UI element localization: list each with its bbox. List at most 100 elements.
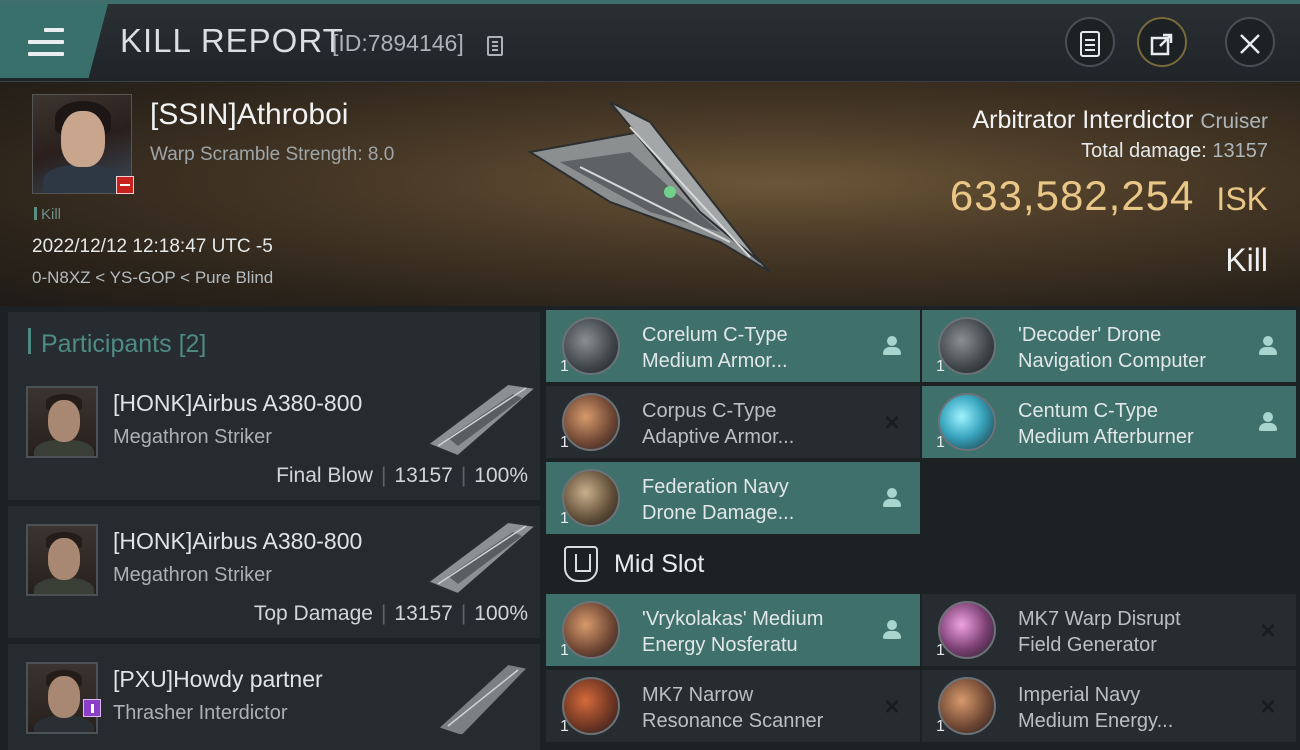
participants-panel[interactable]: Participants [2] [HONK]Airbus A380-800 M… xyxy=(0,306,542,750)
module-quantity: 1 xyxy=(936,642,945,659)
isk-unit: ISK xyxy=(1216,181,1268,217)
destroyed-x-icon: × xyxy=(1260,691,1276,721)
module-name: MK7 Warp Disrupt Field Generator xyxy=(1018,608,1181,656)
destroyed-x-icon: × xyxy=(1260,615,1276,645)
module-quantity: 1 xyxy=(936,358,945,375)
participant-stat-label: Top Damage xyxy=(253,602,373,625)
menu-button[interactable] xyxy=(0,4,108,78)
module-quantity: 1 xyxy=(936,434,945,451)
adaptive-armor-icon xyxy=(562,393,620,451)
module-name: Imperial Navy Medium Energy... xyxy=(1018,684,1174,732)
participant-ship-image xyxy=(425,382,538,458)
module-quantity: 1 xyxy=(560,510,569,527)
participant-avatar[interactable] xyxy=(26,524,98,596)
participants-count: [2] xyxy=(178,330,207,358)
participant-avatar[interactable] xyxy=(26,386,98,458)
scanner-icon xyxy=(562,677,620,735)
module-item[interactable]: 1 Federation Navy Drone Damage... xyxy=(546,462,920,534)
kill-tag: Kill xyxy=(34,206,61,223)
module-item[interactable]: 1 MK7 Narrow Resonance Scanner × xyxy=(546,670,920,742)
victim-name[interactable]: [SSIN]Athroboi xyxy=(150,98,348,132)
participant-avatar[interactable] xyxy=(26,662,98,734)
isk-value-row: 633,582,254 ISK xyxy=(950,172,1268,220)
report-id: [ID:7894146] xyxy=(332,30,464,56)
clipboard-button[interactable] xyxy=(1065,17,1115,67)
module-quantity: 1 xyxy=(560,434,569,451)
module-item[interactable]: 1 Imperial Navy Medium Energy... × xyxy=(922,670,1296,742)
close-icon xyxy=(1240,34,1260,55)
destroyed-x-icon: × xyxy=(884,407,900,437)
module-item[interactable]: 1 MK7 Warp Disrupt Field Generator × xyxy=(922,594,1296,666)
module-name: Corelum C-Type Medium Armor... xyxy=(642,324,788,372)
copy-id-icon[interactable] xyxy=(487,36,503,56)
total-damage-value: 13157 xyxy=(1212,140,1268,162)
participant-name[interactable]: [PXU]Howdy partner xyxy=(113,666,323,693)
total-damage-label: Total damage: xyxy=(1081,140,1207,162)
participant-damage: 13157 xyxy=(394,602,453,625)
clipboard-icon xyxy=(1080,31,1100,58)
module-item[interactable]: 1 Corelum C-Type Medium Armor... xyxy=(546,310,920,382)
module-name: 'Decoder' Drone Navigation Computer xyxy=(1018,324,1206,372)
kill-datetime: 2022/12/12 12:18:47 UTC -5 xyxy=(32,236,273,257)
drone-damage-icon xyxy=(562,469,620,527)
participant-damage-percent: 100% xyxy=(474,464,528,487)
participants-header: Participants [2] xyxy=(8,312,540,368)
participant-ship: Megathron Striker xyxy=(113,564,272,586)
participant-stats: Final Blow | 13157 | 100% xyxy=(276,464,528,487)
module-name: Centum C-Type Medium Afterburner xyxy=(1018,400,1194,448)
page-title: KILL REPORT xyxy=(120,22,344,59)
share-button[interactable] xyxy=(1137,17,1187,67)
result-label: Kill xyxy=(1225,242,1268,278)
mid-slot-header: Mid Slot xyxy=(546,536,920,594)
warp-disruptor-icon xyxy=(938,601,996,659)
share-icon xyxy=(1150,33,1173,56)
victim-ship-type[interactable]: Arbitrator Interdictor Cruiser xyxy=(972,106,1268,135)
dropped-person-icon xyxy=(1256,334,1280,358)
module-item[interactable]: 1 'Vrykolakas' Medium Energy Nosferatu xyxy=(546,594,920,666)
module-name: 'Vrykolakas' Medium Energy Nosferatu xyxy=(642,608,824,656)
corp-status-badge xyxy=(83,699,101,717)
participant-card[interactable]: [HONK]Airbus A380-800 Megathron Striker … xyxy=(8,368,540,500)
participant-card[interactable]: [HONK]Airbus A380-800 Megathron Striker … xyxy=(8,506,540,638)
module-item[interactable]: 1 'Decoder' Drone Navigation Computer xyxy=(922,310,1296,382)
mid-slot-icon xyxy=(564,546,598,582)
close-button[interactable] xyxy=(1225,17,1275,67)
module-name: MK7 Narrow Resonance Scanner xyxy=(642,684,824,732)
module-name: Federation Navy Drone Damage... xyxy=(642,476,795,524)
participant-ship-image xyxy=(436,662,530,734)
module-quantity: 1 xyxy=(560,642,569,659)
participant-damage-percent: 100% xyxy=(474,602,528,625)
participant-ship: Megathron Striker xyxy=(113,426,272,448)
total-damage: Total damage: 13157 xyxy=(1081,140,1268,163)
participant-ship: Thrasher Interdictor xyxy=(113,702,288,724)
dropped-person-icon xyxy=(880,486,904,510)
afterburner-icon xyxy=(938,393,996,451)
dropped-person-icon xyxy=(1256,410,1280,434)
module-quantity: 1 xyxy=(936,718,945,735)
module-item[interactable]: 1 Centum C-Type Medium Afterburner xyxy=(922,386,1296,458)
participant-ship-image xyxy=(425,520,538,596)
module-name: Corpus C-Type Adaptive Armor... xyxy=(642,400,795,448)
participant-name[interactable]: [HONK]Airbus A380-800 xyxy=(113,528,362,555)
hamburger-icon[interactable] xyxy=(28,28,64,58)
drone-navigation-icon xyxy=(938,317,996,375)
participants-title: Participants [2] xyxy=(41,330,207,358)
module-quantity: 1 xyxy=(560,358,569,375)
participant-name[interactable]: [HONK]Airbus A380-800 xyxy=(113,390,362,417)
fitting-modules-panel[interactable]: 1 Corelum C-Type Medium Armor... 1 'Decod… xyxy=(542,306,1300,750)
header-bar: KILL REPORT [ID:7894146] xyxy=(0,0,1300,82)
armor-module-icon xyxy=(562,317,620,375)
ship-class: Cruiser xyxy=(1200,110,1268,133)
participant-card[interactable]: [PXU]Howdy partner Thrasher Interdictor xyxy=(8,644,540,750)
dropped-person-icon xyxy=(880,618,904,642)
kill-location[interactable]: 0-N8XZ < YS-GOP < Pure Blind xyxy=(32,268,273,288)
participant-damage: 13157 xyxy=(394,464,453,487)
victim-ship-image[interactable] xyxy=(520,92,790,292)
ship-name: Arbitrator Interdictor xyxy=(972,106,1194,134)
header-accent-line xyxy=(0,0,1300,4)
module-item[interactable]: 1 Corpus C-Type Adaptive Armor... × xyxy=(546,386,920,458)
destroyed-x-icon: × xyxy=(884,691,900,721)
warp-scramble-strength: Warp Scramble Strength: 8.0 xyxy=(150,144,395,165)
participant-stats: Top Damage | 13157 | 100% xyxy=(253,602,528,625)
energy-module-icon xyxy=(938,677,996,735)
